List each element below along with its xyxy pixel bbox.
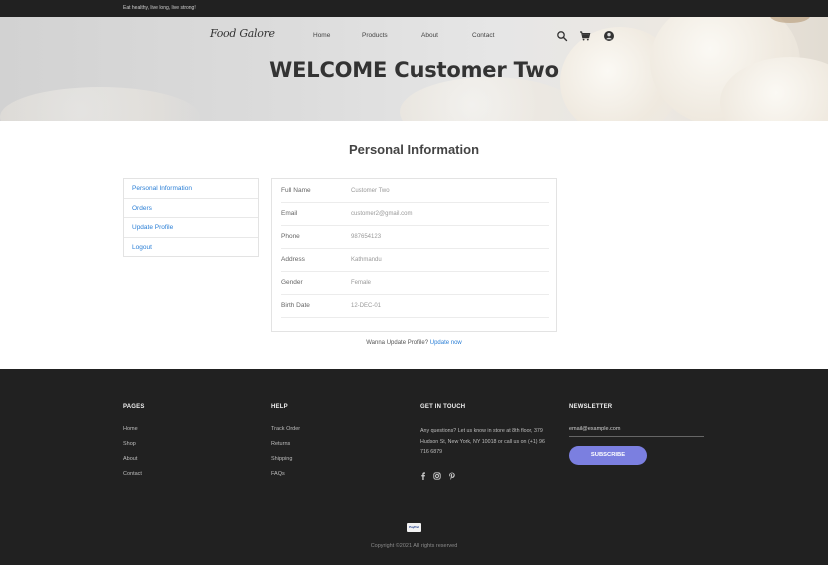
footer-link-home[interactable]: Home [123, 426, 138, 432]
welcome-heading: WELCOME Customer Two [269, 58, 559, 82]
info-value: 12-DEC-01 [351, 303, 382, 309]
info-row-gender: Gender Female [281, 272, 549, 295]
email-underline [569, 436, 704, 437]
profile-menu: Personal Information Orders Update Profi… [123, 178, 259, 257]
menu-update-profile[interactable]: Update Profile [124, 218, 258, 238]
info-label: Address [281, 256, 305, 263]
footer-link-about[interactable]: About [123, 456, 137, 462]
page-title: Personal Information [348, 142, 480, 157]
nav-contact[interactable]: Contact [472, 32, 494, 39]
instagram-icon[interactable] [433, 467, 441, 480]
nav-products[interactable]: Products [362, 32, 388, 39]
info-value: Customer Two [351, 188, 390, 194]
info-value: Female [351, 280, 372, 286]
personal-info-card: Full Name Customer Two Email customer2@g… [271, 178, 557, 332]
search-icon[interactable] [556, 29, 568, 42]
tagline: Eat healthy, live long, live strong! [123, 5, 196, 11]
menu-orders[interactable]: Orders [124, 199, 258, 218]
paypal-icon: PayPal [407, 523, 421, 532]
footer-link-track-order[interactable]: Track Order [271, 426, 300, 432]
site-logo[interactable]: Food Galore [210, 27, 275, 40]
footer-link-faqs[interactable]: FAQs [271, 471, 285, 477]
footer-newsletter-heading: NEWSLETTER [569, 404, 613, 410]
footer-pages-heading: PAGES [123, 404, 145, 410]
info-value: Kathmandu [351, 257, 382, 263]
newsletter-email-input[interactable]: email@example.com [569, 426, 620, 432]
contact-text: Any questions? Let us know in store at 8… [420, 428, 545, 455]
footer-link-returns[interactable]: Returns [271, 441, 290, 447]
nav-about[interactable]: About [421, 32, 438, 39]
footer-link-contact[interactable]: Contact [123, 471, 142, 477]
menu-logout[interactable]: Logout [124, 238, 258, 258]
footer-link-shipping[interactable]: Shipping [271, 456, 292, 462]
user-icon[interactable] [603, 29, 615, 41]
nav-home[interactable]: Home [313, 32, 330, 39]
pinterest-icon[interactable] [448, 467, 456, 480]
flower-decoration [0, 87, 200, 121]
info-row-full-name: Full Name Customer Two [281, 180, 549, 203]
footer-link-shop[interactable]: Shop [123, 441, 136, 447]
subscribe-button[interactable]: SUBSCRIBE [569, 446, 647, 465]
info-label: Gender [281, 279, 303, 286]
flower-decoration [400, 77, 580, 121]
copyright-text: Copyright ©2021 All rights reserved [370, 543, 458, 549]
info-value: 987654123 [351, 234, 382, 240]
info-label: Full Name [281, 187, 311, 194]
update-profile-prompt: Wanna Update Profile? Update now [0, 340, 828, 346]
info-row-email: Email customer2@gmail.com [281, 203, 549, 226]
info-label: Birth Date [281, 302, 310, 309]
update-prompt-text: Wanna Update Profile? [366, 340, 429, 346]
menu-personal-information[interactable]: Personal Information [124, 179, 258, 199]
site-footer: PAGES Home Shop About Contact HELP Track… [0, 369, 828, 565]
update-now-link[interactable]: Update now [430, 340, 462, 346]
cart-icon[interactable] [579, 29, 591, 41]
info-label: Phone [281, 233, 300, 240]
footer-help-heading: HELP [271, 404, 288, 410]
info-value: customer2@gmail.com [351, 211, 413, 217]
info-row-phone: Phone 987654123 [281, 226, 549, 249]
info-row-address: Address Kathmandu [281, 249, 549, 272]
info-row-birth-date: Birth Date 12-DEC-01 [281, 295, 549, 318]
facebook-icon[interactable] [419, 467, 427, 480]
top-bar: Eat healthy, live long, live strong! [0, 0, 828, 17]
info-label: Email [281, 210, 298, 217]
footer-touch-heading: GET IN TOUCH [420, 404, 466, 410]
